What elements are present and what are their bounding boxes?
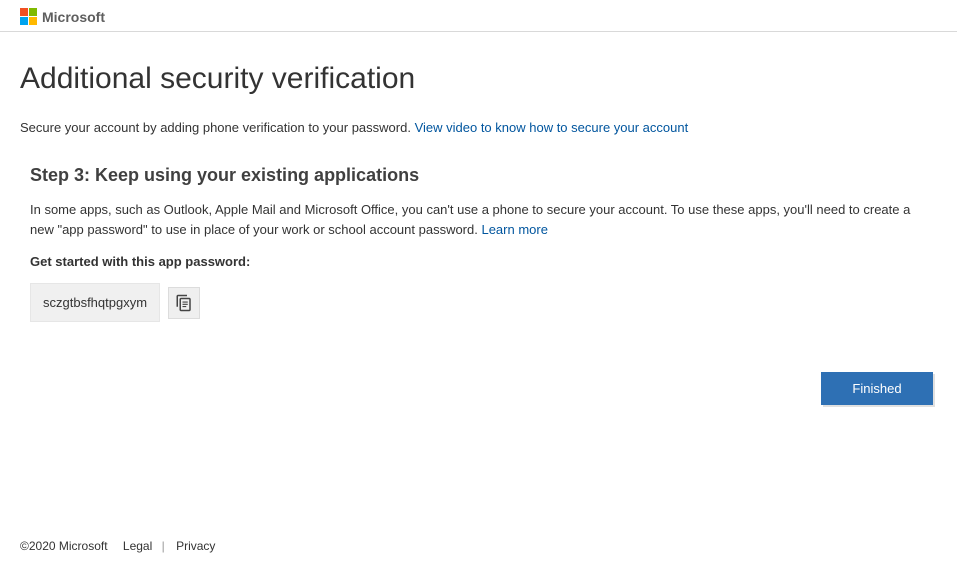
intro-description: Secure your account by adding phone veri… <box>20 120 415 135</box>
footer-copyright: ©2020 Microsoft <box>20 539 108 553</box>
step-description-text: In some apps, such as Outlook, Apple Mai… <box>30 202 910 237</box>
app-password-display: sczgtbsfhqtpgxym <box>30 283 160 322</box>
step-section: Step 3: Keep using your existing applica… <box>20 165 937 322</box>
footer-privacy-link[interactable]: Privacy <box>176 539 215 553</box>
finished-button[interactable]: Finished <box>821 372 933 405</box>
header: Microsoft <box>0 0 957 31</box>
copy-password-button[interactable] <box>168 287 200 319</box>
step-title: Step 3: Keep using your existing applica… <box>30 165 927 186</box>
get-started-label: Get started with this app password: <box>30 254 927 269</box>
copy-icon <box>175 294 193 312</box>
main-content: Additional security verification Secure … <box>0 32 957 322</box>
learn-more-link[interactable]: Learn more <box>481 222 547 237</box>
microsoft-logo-icon <box>20 8 37 25</box>
app-password-row: sczgtbsfhqtpgxym <box>30 283 927 322</box>
footer: ©2020 Microsoft Legal | Privacy <box>0 529 957 563</box>
intro-text: Secure your account by adding phone veri… <box>20 120 937 135</box>
page-title: Additional security verification <box>20 62 937 96</box>
action-button-row: Finished <box>821 372 933 405</box>
view-video-link[interactable]: View video to know how to secure your ac… <box>415 120 689 135</box>
footer-legal-link[interactable]: Legal <box>123 539 152 553</box>
footer-divider: | <box>162 539 165 553</box>
brand-label: Microsoft <box>42 9 105 25</box>
step-description: In some apps, such as Outlook, Apple Mai… <box>30 200 927 240</box>
